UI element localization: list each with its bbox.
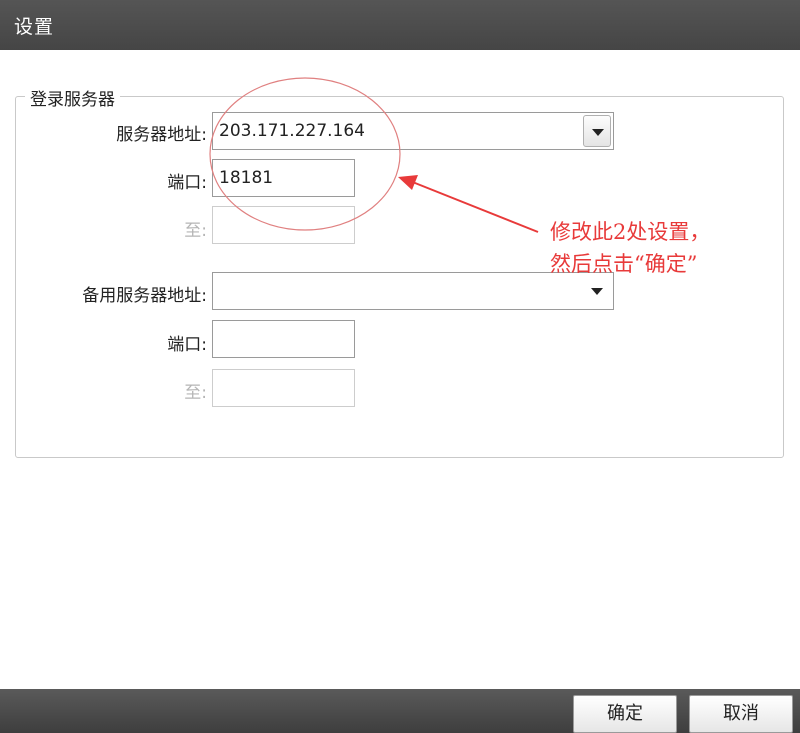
port-label: 端口: — [167, 173, 207, 193]
backup-port-input[interactable] — [212, 320, 355, 358]
group-legend: 登录服务器 — [25, 85, 120, 110]
backup-server-address-label: 备用服务器地址: — [82, 286, 207, 306]
server-address-combo[interactable]: 203.171.227.164 — [212, 112, 614, 150]
server-address-label: 服务器地址: — [116, 125, 207, 145]
port-to-input[interactable] — [212, 206, 355, 244]
port-to-label: 至: — [184, 221, 207, 241]
server-address-value: 203.171.227.164 — [219, 121, 366, 141]
annotation-line-2: 然后点击“确定” — [550, 252, 698, 276]
bottom-bar — [0, 689, 800, 733]
port-value: 18181 — [219, 168, 274, 188]
title-bar: 设置 — [0, 0, 800, 50]
chevron-down-icon — [591, 288, 603, 295]
server-dropdown-button[interactable] — [583, 115, 611, 147]
chevron-down-icon — [592, 129, 604, 136]
backup-port-to-input[interactable] — [212, 369, 355, 407]
backup-port-to-label: 至: — [184, 383, 207, 403]
ok-button[interactable]: 确定 — [573, 695, 677, 733]
window-title: 设置 — [14, 16, 55, 38]
backup-port-label: 端口: — [167, 335, 207, 355]
port-input[interactable]: 18181 — [212, 159, 355, 197]
cancel-button[interactable]: 取消 — [689, 695, 793, 733]
annotation-line-1: 修改此2处设置， — [550, 220, 711, 244]
annotation-note: 修改此2处设置， 然后点击“确定” — [550, 216, 710, 280]
